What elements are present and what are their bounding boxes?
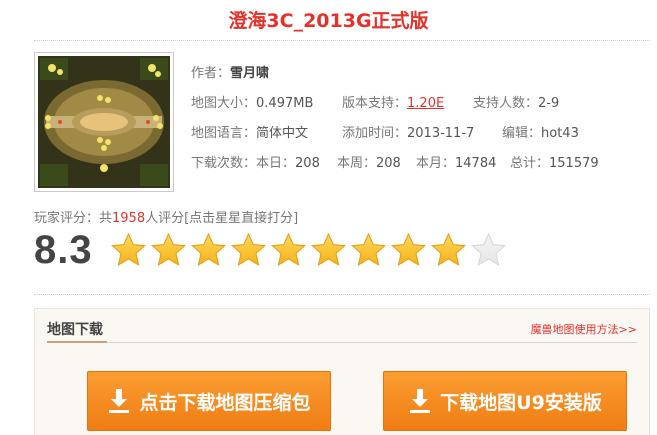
rating-score: 8.3 <box>34 228 93 272</box>
star-filled-icon[interactable] <box>430 232 467 269</box>
size-label: 地图大小： <box>191 96 257 111</box>
download-zip-button[interactable]: 点击下载地图压缩包 <box>87 371 331 431</box>
language-value: 简体中文 <box>256 126 309 141</box>
usage-help-link[interactable]: 魔兽地图使用方法>> <box>531 321 637 337</box>
rating-caption: 玩家评分：共1958人评分[点击星星直接打分] <box>34 207 298 226</box>
star-filled-icon[interactable] <box>230 232 267 269</box>
map-thumbnail[interactable] <box>34 52 174 192</box>
page-title: 澄海3C_2013G正式版 <box>228 10 429 32</box>
version-label: 版本支持： <box>342 96 408 111</box>
star-empty-icon[interactable] <box>470 232 507 269</box>
downloads-month: 14784 <box>455 156 497 171</box>
total-label: 总计： <box>510 156 550 171</box>
players-label: 支持人数： <box>473 96 539 111</box>
today-label: 本日： <box>256 156 296 171</box>
language-label: 地图语言： <box>191 126 257 141</box>
month-label: 本月： <box>416 156 456 171</box>
section-divider <box>34 294 650 295</box>
author-label: 作者： <box>191 66 231 81</box>
download-panel: 地图下载 魔兽地图使用方法>> 点击下载地图压缩包 下载地图U9安装版 <box>34 308 650 435</box>
added-label: 添加时间： <box>342 126 408 141</box>
editor-name: hot43 <box>541 126 579 141</box>
rating-suffix: 人评分[点击星星直接打分] <box>145 211 299 226</box>
rating-stars[interactable] <box>110 232 510 269</box>
title-divider <box>34 40 650 41</box>
star-filled-icon[interactable] <box>350 232 387 269</box>
rating-count: 1958 <box>112 211 146 226</box>
version-link[interactable]: 1.20E <box>407 96 444 111</box>
editor-label: 编辑： <box>502 126 542 141</box>
star-filled-icon[interactable] <box>110 232 147 269</box>
download-u9-label: 下载地图U9安装版 <box>440 391 602 414</box>
added-date: 2013-11-7 <box>407 126 475 141</box>
star-filled-icon[interactable] <box>190 232 227 269</box>
map-preview-image <box>38 56 170 188</box>
downloads-total: 151579 <box>549 156 599 171</box>
downloads-week: 208 <box>376 156 401 171</box>
star-filled-icon[interactable] <box>310 232 347 269</box>
rating-prefix: 玩家评分：共 <box>34 211 113 226</box>
star-filled-icon[interactable] <box>150 232 187 269</box>
author-name[interactable]: 雪月啸 <box>230 66 269 81</box>
star-filled-icon[interactable] <box>270 232 307 269</box>
week-label: 本周： <box>337 156 377 171</box>
download-icon <box>109 389 130 413</box>
download-zip-label: 点击下载地图压缩包 <box>139 391 311 414</box>
downloads-label: 下载次数： <box>191 156 257 171</box>
download-u9-button[interactable]: 下载地图U9安装版 <box>383 371 627 431</box>
map-size: 0.497MB <box>256 96 314 111</box>
downloads-today: 208 <box>295 156 320 171</box>
download-section-title: 地图下载 <box>47 322 103 338</box>
download-icon <box>410 389 431 413</box>
players-value: 2-9 <box>538 96 560 111</box>
download-section-rule <box>47 341 637 343</box>
star-filled-icon[interactable] <box>390 232 427 269</box>
